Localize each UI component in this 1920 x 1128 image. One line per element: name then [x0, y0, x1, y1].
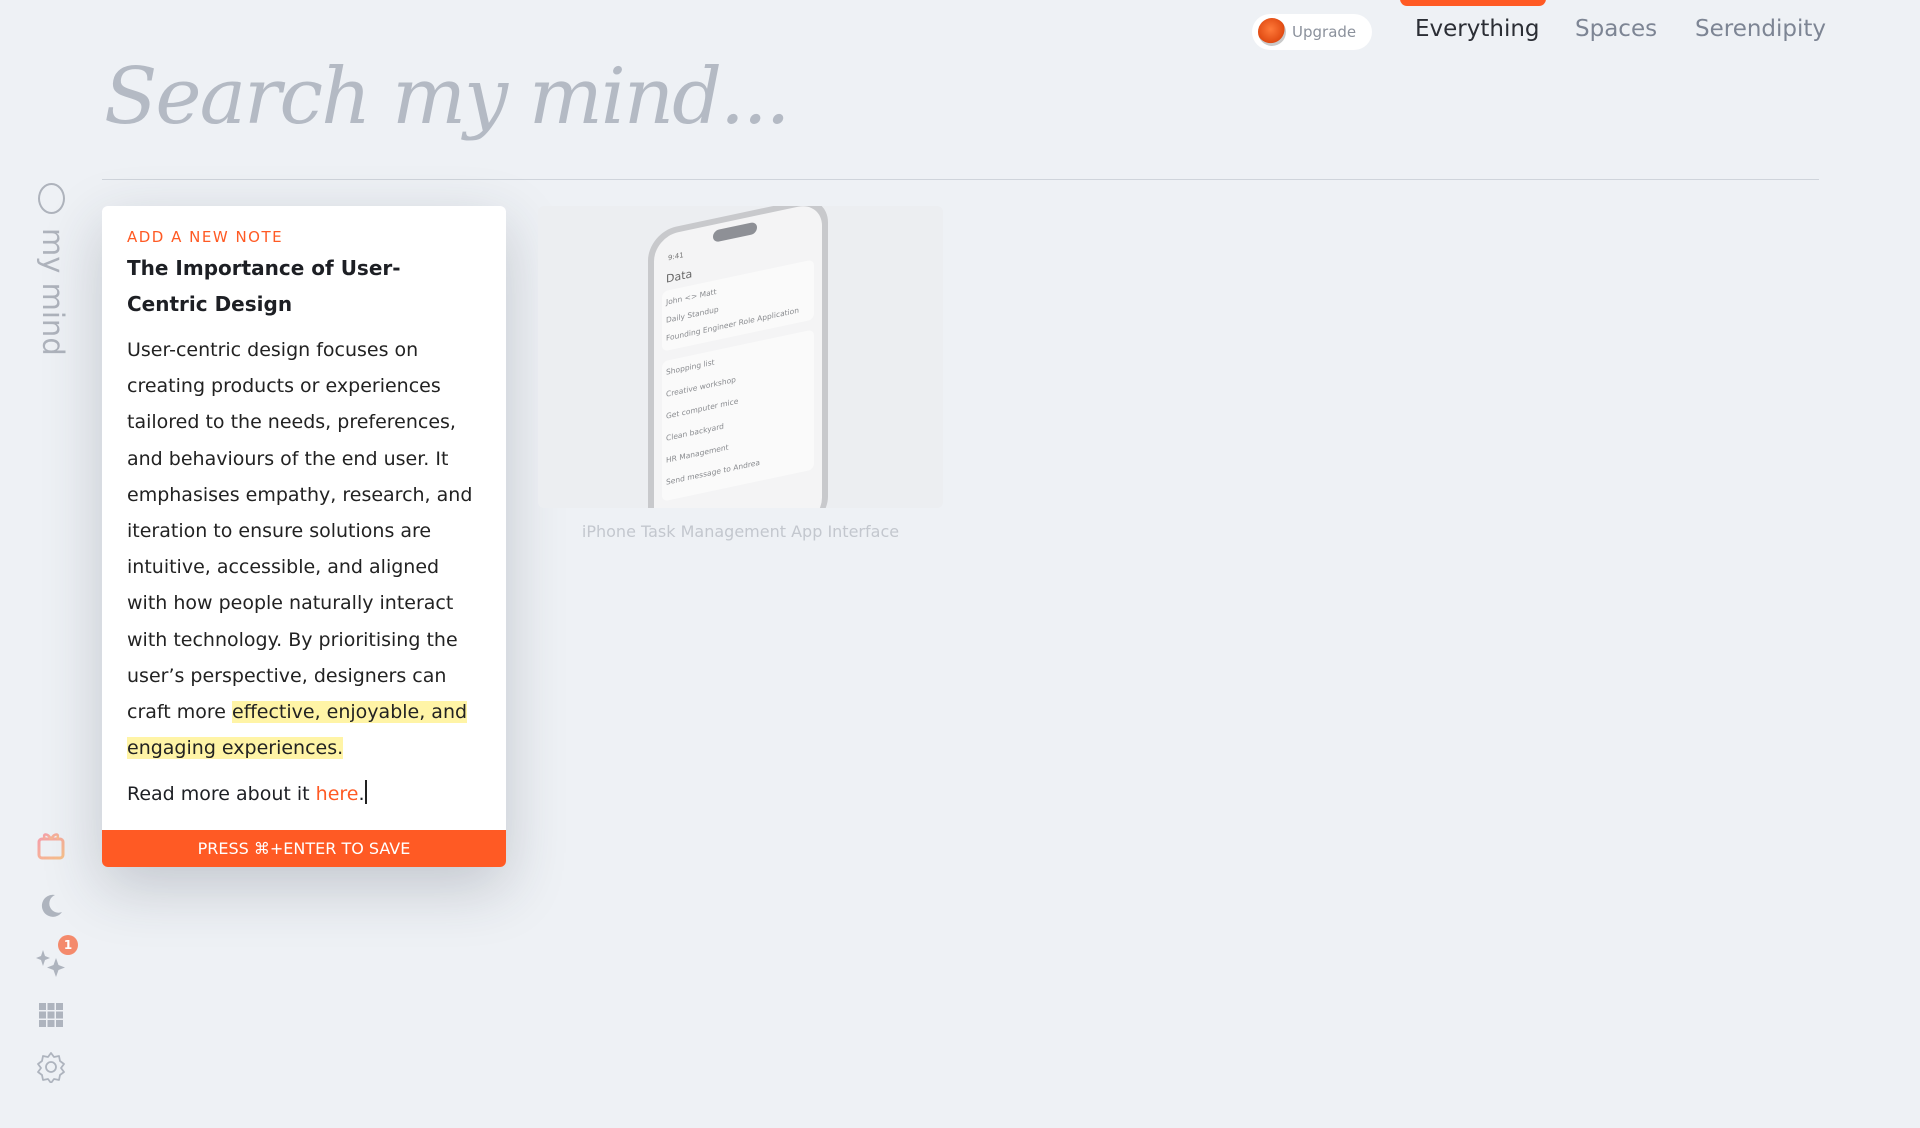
logo-icon[interactable] — [38, 183, 65, 214]
tab-spaces[interactable]: Spaces — [1575, 16, 1657, 42]
read-more-text: Read more about it — [127, 783, 316, 806]
upgrade-button[interactable]: Upgrade — [1252, 14, 1372, 50]
app-title: my mind — [36, 228, 70, 356]
note-body-text: User-centric design focuses on creating … — [127, 339, 473, 724]
grid-icon[interactable] — [34, 998, 68, 1032]
note-body[interactable]: User-centric design focuses on creating … — [127, 332, 481, 766]
gear-icon[interactable] — [34, 1050, 68, 1084]
image-card[interactable]: 9:41 Data John <> Matt Daily Standup Fou… — [538, 206, 943, 508]
note-label: ADD A NEW NOTE — [127, 228, 284, 246]
note-title[interactable]: The Importance of User-Centric Design — [127, 250, 481, 322]
tab-serendipity[interactable]: Serendipity — [1695, 16, 1826, 42]
active-tab-indicator — [1400, 0, 1546, 6]
upgrade-label: Upgrade — [1292, 23, 1357, 41]
here-link[interactable]: here — [316, 783, 359, 805]
text-cursor — [364, 780, 367, 805]
gift-icon[interactable] — [34, 828, 68, 862]
save-button[interactable]: PRESS ⌘+ENTER TO SAVE — [102, 830, 506, 867]
search-input[interactable]: Search my mind... — [104, 52, 790, 142]
note-read-more: Read more about it here. — [127, 776, 481, 812]
notification-badge: 1 — [58, 935, 78, 955]
avatar — [1258, 18, 1286, 46]
moon-icon[interactable] — [34, 889, 68, 923]
phone-image: 9:41 Data John <> Matt Daily Standup Fou… — [648, 206, 828, 508]
new-note-card[interactable]: ADD A NEW NOTE The Importance of User-Ce… — [102, 206, 506, 867]
tab-everything[interactable]: Everything — [1415, 16, 1540, 42]
image-caption: iPhone Task Management App Interface — [581, 522, 900, 541]
divider — [102, 179, 1819, 180]
